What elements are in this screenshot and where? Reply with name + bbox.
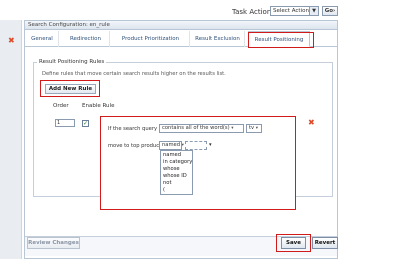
left-sidebar (0, 20, 22, 259)
task-action-label: Task Action: (232, 8, 274, 16)
enable-column-header: Enable Rule (82, 103, 115, 109)
tab-redirection[interactable]: Redirection (62, 31, 110, 47)
if-query-label: If the search query (108, 126, 158, 132)
option-whose-id[interactable]: whose ID (163, 173, 187, 179)
option-named[interactable]: named (163, 152, 181, 158)
order-column-header: Order (53, 103, 69, 109)
enable-rule-checkbox[interactable]: ✓ (82, 120, 89, 127)
highlight-save (276, 234, 311, 252)
order-input[interactable]: 1 (55, 119, 75, 127)
option-open-paren[interactable]: ( (163, 187, 165, 193)
delete-rule-icon[interactable]: ✖ (308, 119, 315, 127)
chevron-down-icon: ▾ (181, 143, 184, 148)
chevron-down-icon: ▾ (231, 126, 234, 131)
tab-result-exclusion[interactable]: Result Exclusion (191, 31, 245, 47)
review-changes-button[interactable]: Review Changes (27, 237, 80, 249)
match-type-value: contains all of the word(s) (162, 125, 230, 131)
rules-legend: Result Positioning Rules (37, 59, 107, 65)
option-in-category[interactable]: in category (163, 159, 192, 165)
tab-product-prioritization[interactable]: Product Prioritization (112, 31, 190, 47)
tab-general[interactable]: General (26, 31, 59, 47)
move-to-top-label: move to top products (108, 143, 164, 149)
revert-button[interactable]: Revert (312, 237, 338, 249)
close-icon[interactable]: ✖ (8, 37, 16, 45)
option-whose[interactable]: whose (163, 166, 180, 172)
product-name-input[interactable] (185, 141, 207, 150)
product-filter-value: named (162, 142, 181, 148)
query-term-value: tv (249, 125, 255, 131)
product-input-arrow-icon: ▾ (209, 142, 212, 148)
go-button[interactable]: Go› (322, 6, 338, 16)
highlight-add-rule (40, 80, 100, 97)
product-filter-select[interactable]: named ▾ (159, 141, 184, 150)
rules-description: Define rules that move certain search re… (42, 71, 226, 77)
highlight-tab (248, 32, 314, 48)
chevron-down-icon[interactable]: ▼ (309, 6, 319, 16)
panel-header: Search Configuration: en_rule (25, 21, 337, 30)
option-not[interactable]: not (163, 180, 172, 186)
query-term-input[interactable]: tv ▾ (246, 124, 262, 133)
dropdown-arrow-icon: ▾ (255, 126, 259, 131)
match-type-select[interactable]: contains all of the word(s) ▾ (159, 124, 244, 133)
